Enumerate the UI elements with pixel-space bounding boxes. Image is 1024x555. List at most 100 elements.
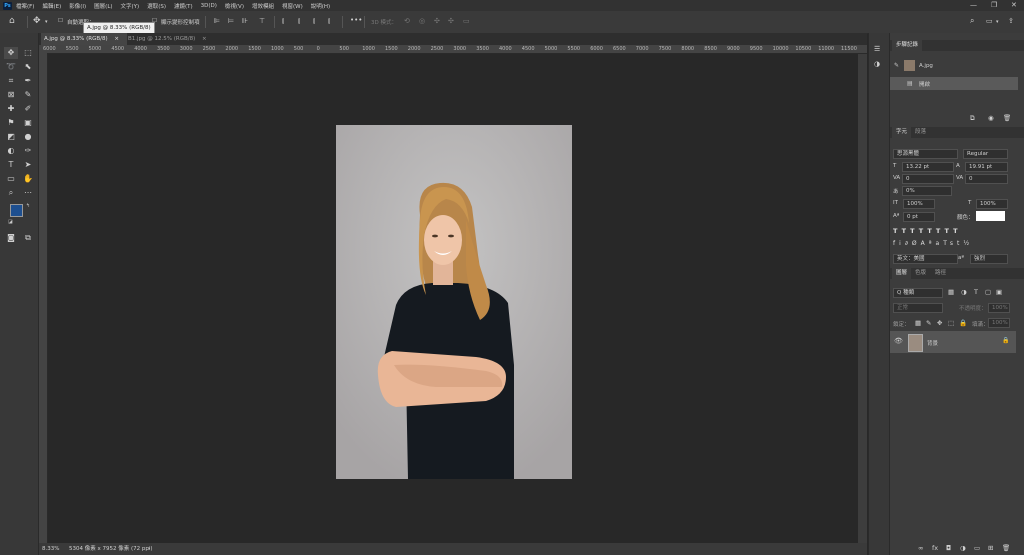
home-icon[interactable]: ⌂ (9, 16, 15, 26)
lock-position-icon[interactable]: ✥ (937, 319, 942, 327)
screen-mode-icon[interactable]: ⧉ (21, 232, 35, 244)
filter-type-icon[interactable]: T (974, 288, 978, 296)
layer-name[interactable]: 背景 (927, 339, 938, 347)
lock-transparent-icon[interactable]: ▦ (915, 319, 921, 327)
menu-plugins[interactable]: 增效模組 (252, 2, 274, 10)
workspace-chevron-icon[interactable]: ▾ (996, 19, 999, 25)
auto-select-checkbox[interactable]: ☐ (58, 18, 63, 24)
menu-file[interactable]: 檔案(F) (16, 2, 34, 10)
quick-mask-icon[interactable]: ◙ (4, 232, 18, 244)
add-mask-icon[interactable]: ◘ (946, 544, 951, 552)
more-options-button[interactable]: ••• (350, 16, 362, 24)
new-doc-from-state-icon[interactable]: ⧉ (970, 114, 975, 123)
tab-layers[interactable]: 圖層 (892, 268, 912, 279)
adjustments-panel-icon[interactable]: ◑ (874, 60, 880, 68)
tab-channels[interactable]: 色版 (911, 268, 930, 279)
horizontal-scale-field[interactable]: 100% (976, 199, 1008, 209)
distribute-1-icon[interactable]: ⫾ (282, 17, 284, 26)
antialias-select[interactable]: 強烈 (970, 254, 1008, 264)
align-hcenter-icon[interactable]: ⊨ (228, 17, 234, 25)
menu-layer[interactable]: 圖層(L) (94, 2, 112, 10)
leading-field[interactable]: 19.91 pt (965, 162, 1008, 172)
tab-history[interactable]: 步驟記錄 (892, 40, 923, 51)
crop-tool-icon[interactable]: ⌗ (4, 75, 18, 87)
swap-colors-icon[interactable]: ↰ (26, 203, 30, 209)
status-arrow-icon[interactable]: › (148, 543, 150, 555)
tracking-field[interactable]: 0 (965, 174, 1008, 184)
3d-rotate-icon[interactable]: ⟲ (404, 17, 410, 25)
kerning-field[interactable]: 0 (902, 174, 954, 184)
layer-row-background[interactable]: 👁 背景 🔒 (890, 331, 1016, 353)
vertical-scale-field[interactable]: 100% (903, 199, 935, 209)
layer-filter-select[interactable]: Q 種類 (893, 288, 943, 298)
history-snapshot[interactable]: ✎ A.jpg (890, 57, 1024, 75)
blend-mode-select[interactable]: 正常 (893, 303, 943, 313)
pen-tool-icon[interactable]: ✑ (21, 145, 35, 157)
path-select-tool-icon[interactable]: ➤ (21, 159, 35, 171)
text-color-swatch[interactable] (976, 211, 1005, 221)
menu-view[interactable]: 檢視(V) (225, 2, 244, 10)
maximize-icon[interactable]: ❐ (991, 1, 997, 9)
visibility-eye-icon[interactable]: 👁 (894, 337, 903, 345)
3d-pan-icon[interactable]: ✣ (434, 17, 440, 25)
filter-adjust-icon[interactable]: ◑ (961, 288, 967, 296)
link-layers-icon[interactable]: ∞ (918, 544, 923, 552)
3d-scale-icon[interactable]: ▭ (463, 17, 470, 25)
menu-type[interactable]: 文字(Y) (121, 2, 140, 10)
document-image[interactable] (336, 125, 572, 479)
distribute-2-icon[interactable]: ⫾ (298, 17, 300, 26)
frame-tool-icon[interactable]: ⊠ (4, 89, 18, 101)
3d-slide-icon[interactable]: ✣ (448, 17, 454, 25)
distribute-4-icon[interactable]: ⫾ (328, 17, 330, 26)
default-colors-icon[interactable]: ◪ (8, 219, 13, 225)
minimize-icon[interactable]: — (970, 1, 977, 9)
rectangle-tool-icon[interactable]: ▭ (4, 173, 18, 185)
tab-paragraph[interactable]: 段落 (911, 127, 930, 138)
new-layer-icon[interactable]: ⊞ (988, 544, 993, 552)
delete-state-icon[interactable]: 🗑 (1003, 114, 1011, 122)
hand-tool-icon[interactable]: ✋ (21, 173, 35, 185)
search-icon[interactable]: ⌕ (970, 16, 974, 26)
filter-shape-icon[interactable]: ▢ (985, 288, 991, 296)
lock-pixels-icon[interactable]: ✎ (926, 319, 931, 327)
opacity-field[interactable]: 100% (988, 303, 1010, 313)
move-tool-icon[interactable]: ✥ (33, 16, 41, 26)
marquee-tool-icon[interactable]: ⬚ (21, 47, 35, 59)
menu-image[interactable]: 影像(I) (69, 2, 86, 10)
history-step-open[interactable]: ▤ 開啟 (890, 77, 1018, 90)
distribute-3-icon[interactable]: ⫾ (313, 17, 315, 26)
text-style-buttons[interactable]: TTTTTTTT (893, 227, 1003, 237)
blur-tool-icon[interactable]: ● (21, 131, 35, 143)
lock-all-icon[interactable]: 🔒 (959, 319, 967, 327)
menu-window[interactable]: 視窗(W) (282, 2, 303, 10)
gradient-tool-icon[interactable]: ▣ (21, 117, 35, 129)
type-tool-icon[interactable]: T (4, 159, 18, 171)
snapshot-camera-icon[interactable]: ◉ (988, 114, 994, 122)
zoom-tool-icon[interactable]: ⌕ (4, 187, 18, 199)
menu-edit[interactable]: 編輯(E) (42, 2, 61, 10)
new-group-icon[interactable]: ▭ (974, 544, 980, 552)
chevron-down-icon[interactable]: ▾ (45, 19, 48, 25)
history-panel-icon[interactable]: ☰ (874, 45, 880, 53)
quick-select-tool-icon[interactable]: ⬉ (21, 61, 35, 73)
menu-filter[interactable]: 濾鏡(T) (174, 2, 193, 10)
align-left-icon[interactable]: ⊫ (214, 17, 220, 25)
brush-tool-icon[interactable]: ✎ (21, 89, 35, 101)
zoom-level[interactable]: 8.33% (42, 543, 59, 555)
adjustment-layer-icon[interactable]: ◑ (960, 544, 966, 552)
menu-help[interactable]: 說明(H) (311, 2, 330, 10)
font-style-select[interactable]: Regular (963, 149, 1008, 159)
foreground-color-swatch[interactable] (10, 204, 23, 217)
layer-style-icon[interactable]: fx (932, 544, 938, 552)
language-select[interactable]: 英文：美國 (893, 254, 958, 264)
opentype-buttons[interactable]: fi∂ØAªaTst½ (893, 240, 1003, 250)
tab-character[interactable]: 字元 (892, 127, 912, 138)
tab-b1-jpg[interactable]: B1.jpg @ 12.5% (RGB/8) × (125, 33, 219, 45)
lock-artboard-icon[interactable]: ⬚ (948, 319, 954, 327)
lasso-tool-icon[interactable]: ➰ (4, 61, 18, 73)
filter-pixel-icon[interactable]: ▦ (948, 288, 954, 296)
menu-select[interactable]: 選取(S) (147, 2, 166, 10)
font-family-select[interactable]: 思源黑體 (893, 149, 958, 159)
tab-b1-close-icon[interactable]: × (202, 36, 207, 42)
tsume-field[interactable]: 0% (902, 186, 952, 196)
